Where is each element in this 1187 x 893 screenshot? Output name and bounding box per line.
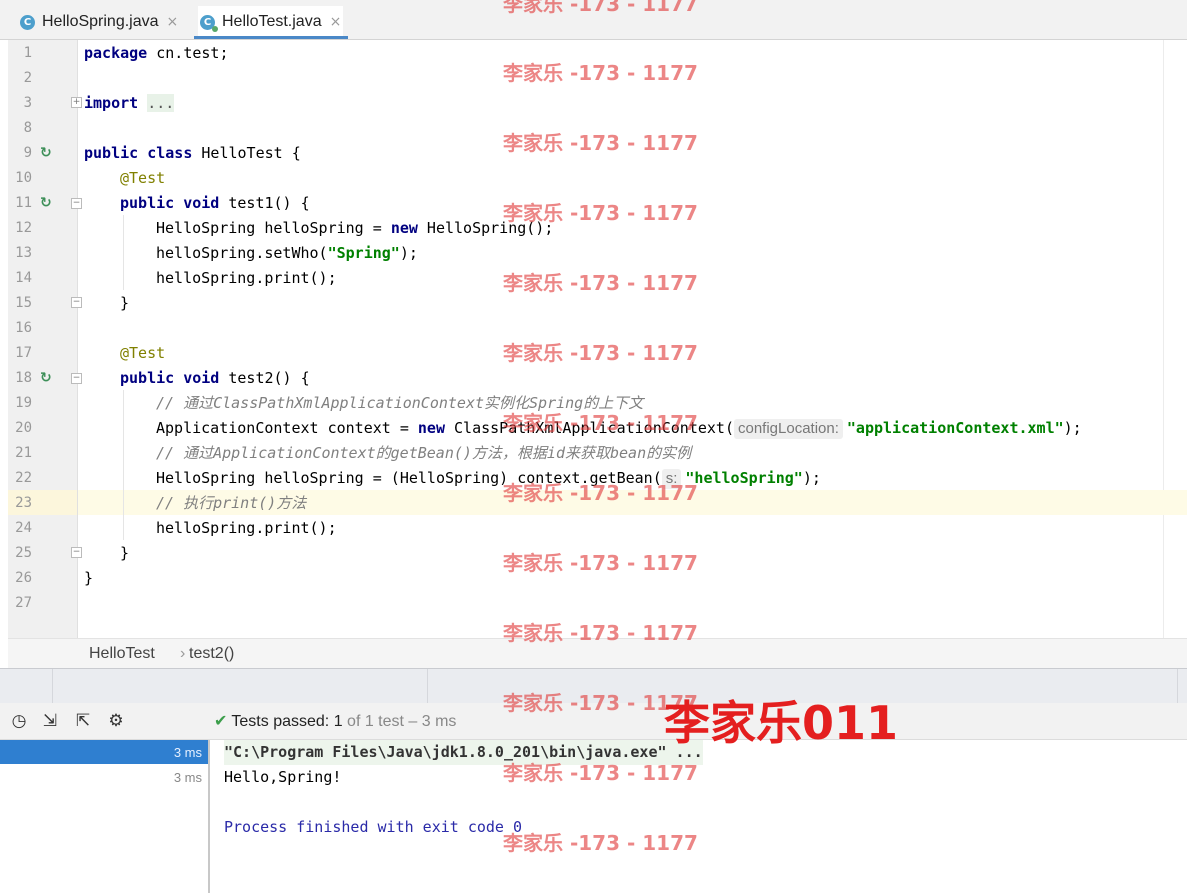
- tab-label: HelloSpring.java: [42, 13, 159, 30]
- line-number: 25: [15, 545, 32, 561]
- code-line: helloSpring.setWho("Spring");: [156, 244, 418, 262]
- line-number: 23: [15, 495, 32, 511]
- line-number: 20: [15, 420, 32, 436]
- line-number: 17: [15, 345, 32, 361]
- line-number: 22: [15, 470, 32, 486]
- run-class-icon[interactable]: ↻: [40, 145, 56, 161]
- fold-collapse-icon[interactable]: −: [71, 198, 82, 209]
- tool-strip-cell: [52, 669, 428, 704]
- test-results-tree: 3 ms 3 ms: [0, 740, 210, 893]
- code-line: @Test: [120, 344, 166, 362]
- breadcrumb-method[interactable]: test2(): [189, 645, 234, 663]
- line-number: 3: [23, 95, 32, 111]
- console-output[interactable]: "C:\Program Files\Java\jdk1.8.0_201\bin\…: [212, 740, 1187, 893]
- code-line: }: [84, 569, 94, 587]
- test-tree-row[interactable]: 3 ms: [0, 765, 208, 789]
- watermark: 李家乐 -173 - 1177: [503, 0, 698, 16]
- line-number: 13: [15, 245, 32, 261]
- watermark: 李家乐 -173 - 1177: [503, 341, 698, 365]
- tab-hellospring-java[interactable]: C HelloSpring.java ×: [20, 6, 178, 38]
- code-line: }: [120, 544, 130, 562]
- code-line: public class HelloTest {: [84, 144, 301, 162]
- code-line: helloSpring.print();: [156, 269, 337, 287]
- code-line: }: [120, 294, 130, 312]
- breadcrumb-class[interactable]: HelloTest: [89, 645, 155, 663]
- close-icon[interactable]: ×: [167, 14, 179, 30]
- line-number: 10: [15, 170, 32, 186]
- active-tab-indicator: [194, 36, 348, 39]
- run-test-icon[interactable]: ↻: [40, 195, 56, 211]
- code-comment: // 执行print()方法: [156, 494, 307, 512]
- line-number: 21: [15, 445, 32, 461]
- watermark: 李家乐 -173 - 1177: [503, 831, 698, 855]
- history-icon[interactable]: ◷: [9, 711, 29, 731]
- line-number: 15: [15, 295, 32, 311]
- fold-end-icon[interactable]: −: [71, 547, 82, 558]
- test-status: ✔ Tests passed: 1 of 1 test – 3 ms: [214, 711, 457, 730]
- code-line: import ...: [84, 94, 175, 112]
- tab-hellotest-java[interactable]: C HelloTest.java ×: [198, 6, 344, 38]
- check-icon: ✔: [214, 711, 228, 730]
- watermark: 李家乐 -173 - 1177: [503, 131, 698, 155]
- code-comment: // 通过ApplicationContext的getBean()方法，根据id…: [156, 444, 692, 462]
- line-number: 26: [15, 570, 32, 586]
- indent-guide: [123, 215, 124, 290]
- line-number: 14: [15, 270, 32, 286]
- code-line: helloSpring.print();: [156, 519, 337, 537]
- watermark: 李家乐 -173 - 1177: [503, 61, 698, 85]
- code-line: HelloSpring helloSpring = (HelloSpring) …: [156, 469, 821, 489]
- code-line: HelloSpring helloSpring = new HelloSprin…: [156, 219, 554, 237]
- run-test-icon[interactable]: ↻: [40, 370, 56, 386]
- indent-guide: [123, 390, 124, 540]
- test-duration: 3 ms: [173, 745, 202, 760]
- code-line: public void test2() {: [120, 369, 310, 387]
- line-number: 19: [15, 395, 32, 411]
- editor-scrollbar[interactable]: [1163, 40, 1187, 638]
- watermark-large: 李家乐011: [664, 696, 899, 750]
- code-editor[interactable]: [78, 40, 1163, 638]
- console-output-line: Hello,Spring!: [224, 768, 342, 786]
- close-icon[interactable]: ×: [330, 14, 342, 30]
- line-number: 24: [15, 520, 32, 536]
- fold-collapse-icon[interactable]: −: [71, 373, 82, 384]
- console-exit-line: Process finished with exit code 0: [224, 818, 523, 836]
- code-line: public void test1() {: [120, 194, 310, 212]
- code-line: @Test: [120, 169, 166, 187]
- watermark: 李家乐 -173 - 1177: [503, 621, 698, 645]
- line-number: 8: [23, 120, 32, 136]
- java-test-class-icon: C: [200, 14, 218, 32]
- fold-expand-icon[interactable]: +: [71, 97, 82, 108]
- line-number: 12: [15, 220, 32, 236]
- breadcrumb-separator: ›: [180, 645, 186, 662]
- test-tree-row[interactable]: 3 ms: [0, 740, 208, 764]
- watermark: 李家乐 -173 - 1177: [503, 201, 698, 225]
- line-number: 1: [23, 45, 32, 61]
- code-line: package cn.test;: [84, 44, 229, 62]
- tab-label: HelloTest.java: [222, 13, 322, 30]
- watermark: 李家乐 -173 - 1177: [503, 551, 698, 575]
- watermark: 李家乐 -173 - 1177: [503, 481, 698, 505]
- line-number: 27: [15, 595, 32, 611]
- settings-icon[interactable]: ⚙: [106, 711, 126, 731]
- parameter-hint: configLocation:: [733, 419, 843, 439]
- export-tests-icon[interactable]: ⇱: [73, 711, 93, 731]
- java-class-icon: C: [20, 14, 35, 30]
- line-number: 9: [23, 145, 32, 161]
- watermark: 李家乐 -173 - 1177: [503, 411, 698, 435]
- line-number: 18: [15, 370, 32, 386]
- import-tests-icon[interactable]: ⇲: [40, 711, 60, 731]
- line-number: 11: [15, 195, 32, 211]
- tool-strip-cell: [0, 669, 53, 704]
- folded-imports[interactable]: ...: [147, 94, 175, 112]
- test-duration: 3 ms: [173, 770, 202, 785]
- watermark: 李家乐 -173 - 1177: [503, 761, 698, 785]
- line-number: 2: [23, 70, 32, 86]
- line-number: 16: [15, 320, 32, 336]
- watermark: 李家乐 -173 - 1177: [503, 271, 698, 295]
- fold-end-icon[interactable]: −: [71, 297, 82, 308]
